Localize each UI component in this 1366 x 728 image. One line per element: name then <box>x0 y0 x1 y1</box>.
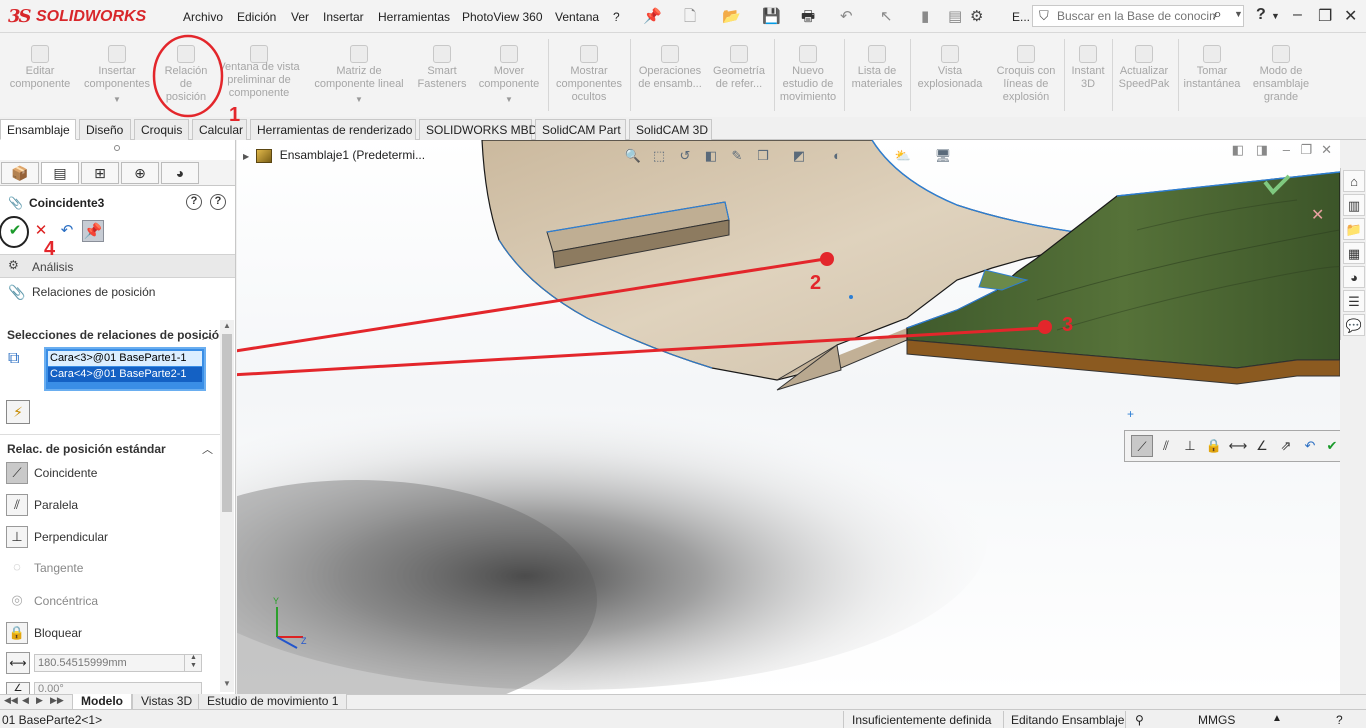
annotation-2: 2 <box>810 272 822 294</box>
annotation-3: 3 <box>1062 314 1074 336</box>
annotation-overlay <box>0 34 224 248</box>
annotation-4: 4 <box>44 238 56 260</box>
annotation-1: 1 <box>229 104 241 126</box>
